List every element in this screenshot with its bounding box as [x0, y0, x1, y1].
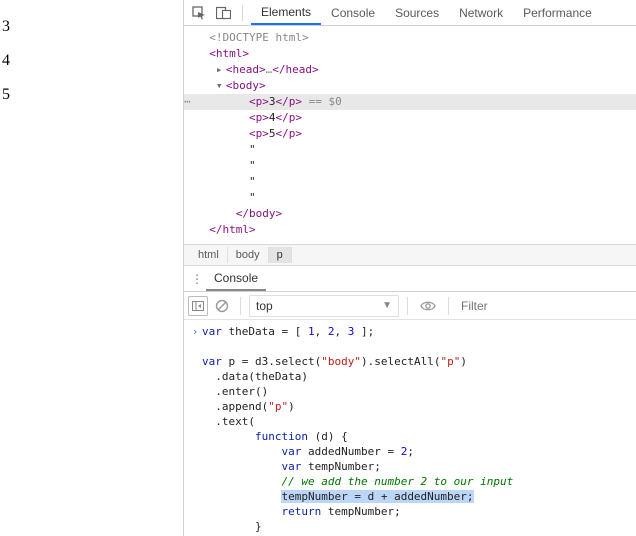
- elements-dom-tree[interactable]: <!DOCTYPE html> <html> ▸<head>…</head> ▾…: [184, 26, 636, 244]
- device-toggle-icon[interactable]: [212, 2, 234, 24]
- console-drawer-header: ⋮ Console: [184, 266, 636, 292]
- selected-ref: == $0: [302, 95, 342, 108]
- input-marker-icon: ›: [188, 324, 202, 536]
- console-output[interactable]: › var theData = [ 1, 2, 3 ]; var p = d3.…: [184, 320, 636, 536]
- page-paragraph: 5: [2, 86, 183, 104]
- doctype-node: <!DOCTYPE html>: [209, 31, 308, 44]
- drawer-menu-icon[interactable]: ⋮: [188, 272, 206, 286]
- chevron-down-icon: ▼: [382, 300, 392, 311]
- text-node[interactable]: ": [184, 142, 636, 158]
- tab-network[interactable]: Network: [449, 0, 513, 25]
- breadcrumb-p[interactable]: p: [269, 247, 292, 263]
- tab-sources[interactable]: Sources: [385, 0, 449, 25]
- page-paragraph: 4: [2, 52, 183, 70]
- rendered-page: 3 4 5: [0, 0, 183, 536]
- body-open: <body>: [226, 79, 266, 92]
- breadcrumb-html[interactable]: html: [190, 247, 228, 263]
- context-label: top: [256, 299, 273, 313]
- head-open: <head>: [226, 63, 266, 76]
- inspect-icon[interactable]: [188, 2, 210, 24]
- devtools-tabs: Elements Console Sources Network Perform…: [251, 0, 602, 25]
- drawer-tab-console[interactable]: Console: [206, 266, 266, 291]
- toolbar-separator: [448, 297, 449, 315]
- toolbar-separator: [407, 297, 408, 315]
- html-open: <html>: [209, 47, 249, 60]
- live-expression-icon[interactable]: [416, 300, 440, 312]
- console-code: var theData = [ 1, 2, 3 ]; var p = d3.se…: [202, 324, 513, 536]
- dom-node[interactable]: <p>5</p>: [184, 126, 636, 142]
- tab-performance[interactable]: Performance: [513, 0, 602, 25]
- console-toolbar: top ▼: [184, 292, 636, 320]
- tab-elements[interactable]: Elements: [251, 0, 321, 25]
- head-close: </head>: [272, 63, 318, 76]
- page-paragraph: 3: [2, 18, 183, 36]
- devtools-panel: Elements Console Sources Network Perform…: [183, 0, 636, 536]
- dom-node[interactable]: <p>4</p>: [184, 110, 636, 126]
- selected-node[interactable]: <p>3</p> == $0: [184, 94, 636, 110]
- tab-console[interactable]: Console: [321, 0, 385, 25]
- console-sidebar-toggle-icon[interactable]: [188, 296, 208, 316]
- toolbar-separator: [240, 297, 241, 315]
- html-close: </html>: [209, 223, 255, 236]
- breadcrumb: html body p: [184, 244, 636, 266]
- console-filter-input[interactable]: [457, 296, 632, 316]
- collapse-icon[interactable]: ▾: [216, 78, 226, 94]
- text-node[interactable]: ": [184, 174, 636, 190]
- toolbar-separator: [242, 5, 243, 21]
- clear-console-icon[interactable]: [212, 296, 232, 316]
- text-node[interactable]: ": [184, 158, 636, 174]
- expand-icon[interactable]: ▸: [216, 62, 226, 78]
- context-select[interactable]: top ▼: [249, 295, 399, 317]
- devtools-toolbar: Elements Console Sources Network Perform…: [184, 0, 636, 26]
- breadcrumb-body[interactable]: body: [228, 247, 269, 263]
- text-node[interactable]: ": [184, 190, 636, 206]
- body-close: </body>: [236, 207, 282, 220]
